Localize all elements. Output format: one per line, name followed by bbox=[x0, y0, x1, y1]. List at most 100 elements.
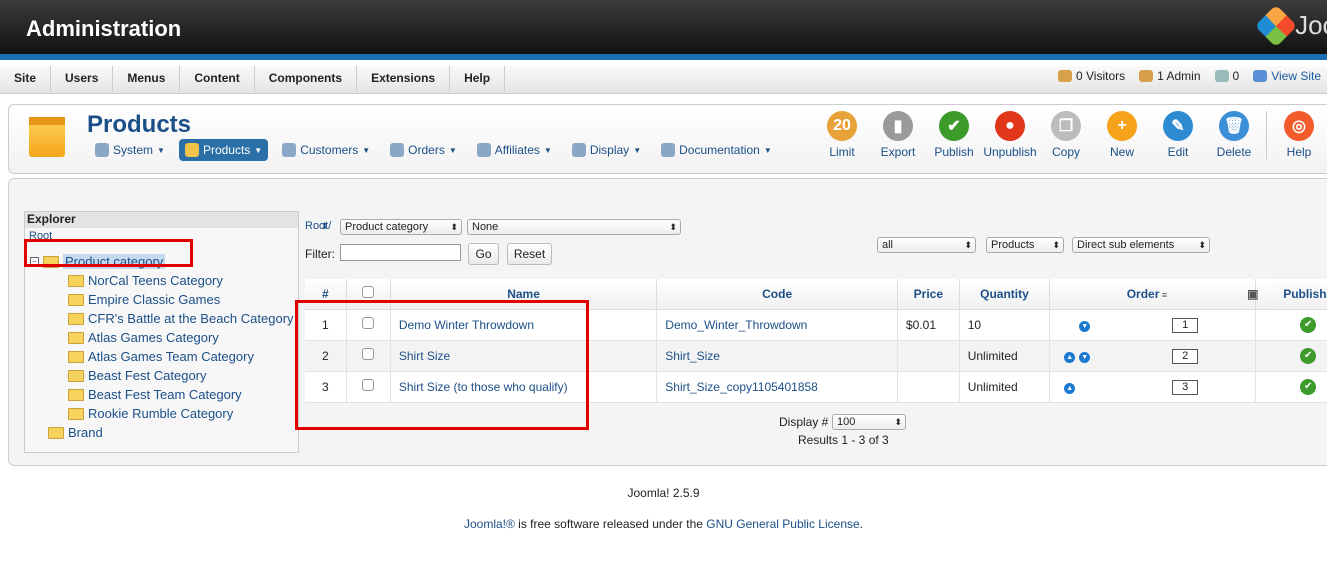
category-select[interactable]: Product category bbox=[340, 219, 462, 235]
subnav-customers[interactable]: Customers ▼ bbox=[276, 139, 376, 161]
row-order: ▲ ▼ 2 bbox=[1049, 340, 1256, 372]
row-spacer bbox=[1255, 340, 1273, 372]
reset-button[interactable]: Reset bbox=[507, 243, 552, 265]
depth-filter-select[interactable]: Direct sub elements bbox=[1072, 237, 1210, 253]
display-count-select[interactable]: 100 bbox=[832, 414, 906, 430]
folder-icon bbox=[68, 331, 84, 344]
menu-extensions[interactable]: Extensions bbox=[357, 66, 451, 92]
edit-button[interactable]: ✎ Edit bbox=[1150, 111, 1206, 159]
subnav-system[interactable]: System ▼ bbox=[89, 139, 171, 161]
product-code-link[interactable]: Demo_Winter_Throwdown bbox=[665, 318, 807, 332]
chevron-down-icon: ▼ bbox=[763, 145, 772, 155]
subnav-products[interactable]: Products ▼ bbox=[178, 139, 269, 161]
move-up-icon[interactable]: ▲ bbox=[1064, 382, 1076, 394]
product-code-link[interactable]: Shirt_Size bbox=[665, 349, 720, 363]
menu-menus[interactable]: Menus bbox=[113, 66, 181, 92]
tree-item[interactable]: Empire Classic Games bbox=[68, 292, 220, 307]
status-filter-select[interactable]: all bbox=[877, 237, 976, 253]
move-down-icon[interactable]: ▼ bbox=[1079, 320, 1091, 332]
delete-label: Delete bbox=[1216, 145, 1252, 159]
chevron-down-icon: ▼ bbox=[633, 145, 642, 155]
root-breadcrumb-link[interactable]: Root/ bbox=[305, 219, 331, 235]
limit-button[interactable]: 20 Limit bbox=[814, 111, 870, 159]
menu-site[interactable]: Site bbox=[0, 66, 52, 92]
new-button[interactable]: + New bbox=[1094, 111, 1150, 159]
messages-status[interactable]: 0 bbox=[1214, 69, 1239, 83]
export-button[interactable]: ▮ Export bbox=[870, 111, 926, 159]
tree-item-label: Brand bbox=[68, 425, 103, 440]
row-published: ✔ bbox=[1272, 309, 1327, 341]
tree-item-label: Beast Fest Category bbox=[88, 368, 207, 383]
go-button[interactable]: Go bbox=[468, 243, 499, 265]
col-price[interactable]: Price bbox=[897, 279, 960, 310]
folder-icon bbox=[68, 388, 84, 401]
col-order[interactable]: Order ≡ ▣ bbox=[1049, 279, 1258, 310]
folder-icon bbox=[68, 312, 84, 325]
tree-item[interactable]: CFR's Battle at the Beach Category bbox=[68, 311, 294, 326]
tree-item[interactable]: Beast Fest Team Category bbox=[68, 387, 242, 402]
subnav-affiliates[interactable]: Affiliates ▼ bbox=[471, 139, 558, 161]
tree-item[interactable]: Rookie Rumble Category bbox=[68, 406, 233, 421]
col-quantity[interactable]: Quantity bbox=[959, 279, 1051, 310]
unpublish-icon: ● bbox=[995, 111, 1025, 141]
subnav-display[interactable]: Display ▼ bbox=[566, 139, 647, 161]
main-menu: Site Users Menus Content Components Exte… bbox=[0, 66, 1327, 94]
admin-icon bbox=[1139, 70, 1154, 82]
explorer-title: Explorer bbox=[25, 212, 298, 228]
menu-components[interactable]: Components bbox=[255, 66, 358, 92]
new-label: New bbox=[1109, 145, 1134, 159]
delete-button[interactable]: 🗑 Delete bbox=[1206, 111, 1262, 159]
copy-icon: ❐ bbox=[1051, 111, 1081, 141]
subnav-orders[interactable]: Orders ▼ bbox=[384, 139, 463, 161]
tree-item[interactable]: NorCal Teens Category bbox=[68, 273, 223, 288]
subnav-label: Affiliates bbox=[494, 143, 540, 157]
product-code-link[interactable]: Shirt_Size_copy1105401858 bbox=[665, 380, 818, 394]
sort-icon: ≡ bbox=[1159, 289, 1168, 300]
export-icon: ▮ bbox=[883, 111, 913, 141]
row-order: ▼ 1 bbox=[1049, 309, 1256, 341]
row-code: Shirt_Size_copy1105401858 bbox=[656, 371, 898, 403]
affiliates-icon bbox=[476, 143, 491, 157]
copy-label: Copy bbox=[1051, 145, 1080, 159]
unpublish-button[interactable]: ● Unpublish bbox=[982, 111, 1038, 159]
tree-item-label: Rookie Rumble Category bbox=[88, 406, 234, 421]
order-input[interactable]: 1 bbox=[1172, 317, 1199, 333]
order-input[interactable]: 2 bbox=[1172, 348, 1199, 364]
filter-label: Filter: bbox=[305, 247, 335, 261]
move-down-icon[interactable]: ▼ bbox=[1079, 351, 1091, 363]
subnav-label: Products bbox=[202, 143, 251, 157]
tree-item[interactable]: Brand bbox=[48, 425, 103, 440]
tree-item[interactable]: Atlas Games Team Category bbox=[68, 349, 254, 364]
menu-content[interactable]: Content bbox=[180, 66, 255, 92]
order-input[interactable]: 3 bbox=[1172, 379, 1199, 395]
published-check-icon[interactable]: ✔ bbox=[1300, 348, 1317, 364]
limit-label: Limit bbox=[829, 145, 855, 159]
view-site-link[interactable]: View Site bbox=[1253, 69, 1321, 83]
highlight-products-box bbox=[295, 300, 589, 430]
col-published[interactable]: Publishe bbox=[1272, 279, 1327, 310]
copy-button[interactable]: ❐ Copy bbox=[1038, 111, 1094, 159]
menu-help[interactable]: Help bbox=[450, 66, 506, 92]
select-all-checkbox[interactable] bbox=[362, 286, 375, 299]
published-check-icon[interactable]: ✔ bbox=[1300, 379, 1317, 395]
publish-button[interactable]: ✔ Publish bbox=[926, 111, 982, 159]
published-check-icon[interactable]: ✔ bbox=[1300, 317, 1317, 333]
row-quantity: 10 bbox=[959, 309, 1051, 341]
tree-item[interactable]: Atlas Games Category bbox=[68, 330, 219, 345]
filter-input[interactable] bbox=[340, 244, 461, 261]
none-select[interactable]: None bbox=[467, 219, 681, 235]
joomla-link[interactable]: Joomla!® bbox=[464, 517, 515, 531]
menu-users[interactable]: Users bbox=[51, 66, 114, 92]
type-filter-select[interactable]: Products bbox=[986, 237, 1064, 253]
row-quantity: Unlimited bbox=[959, 371, 1051, 403]
col-code[interactable]: Code bbox=[656, 279, 898, 310]
chevron-down-icon: ▼ bbox=[157, 145, 165, 155]
subnav-documentation[interactable]: Documentation ▼ bbox=[655, 139, 778, 161]
edit-icon: ✎ bbox=[1163, 111, 1193, 141]
tree-item[interactable]: Beast Fest Category bbox=[68, 368, 207, 383]
joomla-logo-icon bbox=[1254, 4, 1298, 47]
move-up-icon[interactable]: ▲ bbox=[1064, 351, 1076, 363]
help-button[interactable]: ◎ Help bbox=[1271, 111, 1327, 159]
gpl-link[interactable]: GNU General Public License bbox=[706, 517, 859, 531]
save-order-icon[interactable]: ▣ bbox=[1247, 287, 1258, 301]
